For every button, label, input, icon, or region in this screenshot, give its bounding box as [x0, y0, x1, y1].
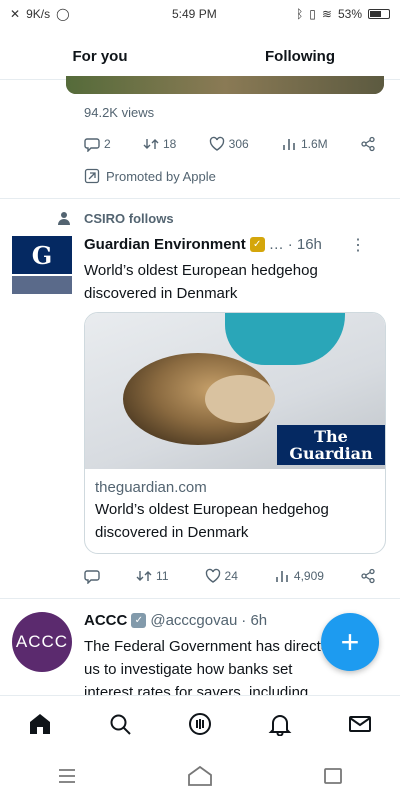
views-button[interactable]: 1.6M [281, 136, 328, 152]
tweet-divider [0, 198, 400, 199]
battery-percent: 53% [337, 7, 362, 21]
system-home-icon [188, 765, 212, 786]
share-button[interactable] [360, 136, 376, 152]
views-count: 4,909 [293, 569, 324, 583]
system-back-button[interactable] [319, 762, 347, 790]
square-icon [324, 768, 343, 784]
link-card[interactable]: The Guardian theguardian.com World’s old… [84, 312, 386, 554]
avatar-accc[interactable]: ACCC [12, 612, 72, 672]
nav-home[interactable] [26, 710, 54, 738]
promoted-label[interactable]: Promoted by Apple [84, 168, 216, 184]
retweet-count: 11 [156, 569, 169, 583]
recent-apps-button[interactable] [53, 762, 81, 790]
retweet-button[interactable]: 11 [136, 568, 169, 584]
more-options-icon[interactable]: ⋮ [350, 235, 366, 255]
promoted-icon [84, 168, 100, 184]
guardian-tweet-header: Guardian Environment ✓ … · 16h ⋮ [84, 235, 384, 255]
system-home-button[interactable] [186, 762, 214, 790]
retweet-icon [136, 571, 152, 581]
mail-icon [349, 715, 371, 732]
heart-icon [209, 136, 224, 151]
reply-button[interactable] [84, 568, 100, 584]
retweet-icon [143, 139, 159, 149]
guardian-avatar-logo: G [12, 236, 72, 274]
guardian-tweet-actions: 11 24 4,909 [84, 568, 376, 584]
like-count: 24 [224, 569, 238, 583]
nav-notifications[interactable] [266, 710, 294, 738]
retweet-count: 18 [162, 137, 177, 151]
handle-ellipsis: … [268, 236, 284, 253]
gloved-hand [225, 313, 345, 365]
nav-spaces[interactable] [186, 710, 214, 738]
status-bar: ✕ 9K/s ◯ 5:49 PM ᛒ ▯ ≋ 53% [0, 0, 400, 28]
heart-icon [205, 568, 220, 583]
views-button[interactable]: 4,909 [274, 568, 324, 584]
avatar-guardian-environment[interactable]: G [12, 236, 72, 296]
tweet-divider [0, 598, 400, 599]
bluetooth-icon: ᛒ [296, 7, 304, 21]
compose-tweet-button[interactable]: + [321, 613, 379, 671]
reply-icon [84, 570, 100, 584]
card-image: The Guardian [85, 313, 385, 469]
battery-icon [368, 9, 390, 19]
prev-tweet-media[interactable] [66, 76, 384, 94]
home-icon [30, 713, 50, 734]
person-icon [58, 212, 70, 225]
system-navigation [0, 752, 400, 800]
like-button[interactable]: 306 [209, 136, 249, 152]
notification-close-icon: ✕ [10, 7, 21, 21]
author-handle[interactable]: @acccgovau [150, 612, 237, 629]
reply-button[interactable]: 2 [84, 136, 111, 152]
tweet-time[interactable]: · 16h [288, 236, 322, 253]
wifi-icon: ≋ [321, 7, 332, 21]
verified-badge-icon: ✓ [249, 237, 265, 252]
reply-icon [84, 138, 100, 152]
guardian-avatar-band [12, 276, 72, 294]
social-context[interactable]: CSIRO follows [56, 210, 174, 226]
social-context-text: CSIRO follows [84, 210, 174, 226]
share-icon [361, 568, 375, 584]
timeline-tabs: For you Following [0, 36, 400, 76]
hedgehog-face [205, 375, 275, 423]
tab-for-you[interactable]: For you [0, 36, 200, 76]
card-domain: theguardian.com [95, 479, 207, 496]
reply-count: 2 [104, 137, 111, 151]
chat-icon: ◯ [56, 7, 70, 21]
menu-icon [58, 769, 75, 783]
share-icon [361, 136, 375, 152]
vibrate-icon: ▯ [309, 7, 316, 21]
card-title: World’s oldest European hedgehog discove… [95, 501, 329, 541]
nav-search[interactable] [106, 710, 134, 738]
verified-badge-icon: ✓ [131, 613, 147, 628]
nav-messages[interactable] [346, 710, 374, 738]
spaces-icon [189, 712, 211, 735]
share-button[interactable] [360, 568, 376, 584]
prev-tweet-actions: 2 18 306 1.6M [84, 136, 376, 152]
search-icon [110, 714, 131, 735]
guardian-logo: The Guardian [277, 425, 385, 465]
clock: 5:49 PM [172, 7, 217, 21]
like-button[interactable]: 24 [205, 568, 238, 584]
views-icon [283, 139, 295, 150]
bottom-navigation [0, 695, 400, 751]
author-name[interactable]: ACCC [84, 612, 127, 629]
tab-following[interactable]: Following [200, 36, 400, 76]
promoted-text: Promoted by Apple [106, 168, 216, 184]
net-speed: 9K/s [26, 7, 51, 21]
tweet-text[interactable]: World’s oldest European hedgehog discove… [84, 259, 384, 305]
retweet-button[interactable]: 18 [143, 136, 176, 152]
like-count: 306 [228, 137, 249, 151]
bell-icon [268, 714, 292, 736]
views-icon [276, 571, 288, 582]
prev-tweet-views[interactable]: 94.2K views [84, 105, 154, 120]
tweet-time[interactable]: · 6h [241, 612, 267, 629]
author-name[interactable]: Guardian Environment [84, 236, 246, 253]
views-count: 1.6M [300, 137, 328, 151]
